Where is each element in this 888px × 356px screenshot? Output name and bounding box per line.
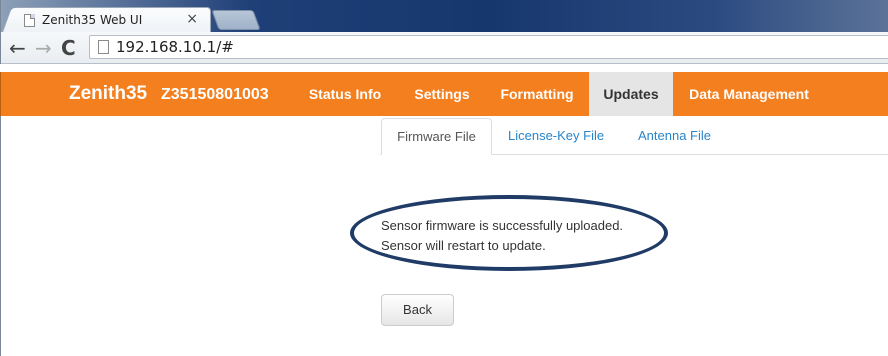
browser-tab-title: Zenith35 Web UI bbox=[42, 13, 143, 27]
browser-tabstrip: Zenith35 Web UI × bbox=[1, 0, 888, 33]
reload-icon[interactable]: C bbox=[61, 36, 76, 60]
nav-settings[interactable]: Settings bbox=[403, 72, 481, 116]
nav-data-management[interactable]: Data Management bbox=[687, 72, 811, 116]
forward-arrow-icon[interactable]: → bbox=[35, 36, 52, 60]
nav-status-info[interactable]: Status Info bbox=[307, 72, 383, 116]
new-tab-button[interactable] bbox=[211, 10, 261, 30]
browser-tab[interactable]: Zenith35 Web UI × bbox=[13, 7, 211, 33]
page-icon bbox=[24, 14, 35, 27]
page-left-border bbox=[0, 116, 1, 356]
back-button[interactable]: Back bbox=[381, 294, 454, 326]
back-arrow-icon[interactable]: ← bbox=[9, 36, 26, 60]
nav-updates[interactable]: Updates bbox=[589, 72, 673, 116]
browser-chrome: Zenith35 Web UI × ← → C 192.168.10.1/# bbox=[0, 0, 888, 64]
app-navbar: Zenith35 Z35150801003 Status Info Settin… bbox=[0, 72, 888, 116]
device-serial: Z35150801003 bbox=[161, 86, 269, 103]
tab-firmware-file[interactable]: Firmware File bbox=[381, 118, 492, 155]
brand-name[interactable]: Zenith35 bbox=[69, 83, 147, 105]
nav-formatting[interactable]: Formatting bbox=[491, 72, 583, 116]
tab-antenna-file[interactable]: Antenna File bbox=[638, 118, 711, 154]
tab-license-key-file[interactable]: License-Key File bbox=[508, 118, 604, 154]
page-icon bbox=[98, 40, 109, 54]
address-bar[interactable]: 192.168.10.1/# bbox=[89, 35, 888, 59]
address-bar-url[interactable]: 192.168.10.1/# bbox=[116, 38, 234, 56]
close-tab-icon[interactable]: × bbox=[186, 11, 198, 27]
ellipse-highlight bbox=[350, 195, 668, 271]
status-message-restart: Sensor will restart to update. bbox=[381, 238, 546, 253]
status-message-upload: Sensor firmware is successfully uploaded… bbox=[381, 218, 624, 233]
browser-toolbar: ← → C 192.168.10.1/# bbox=[1, 32, 888, 64]
